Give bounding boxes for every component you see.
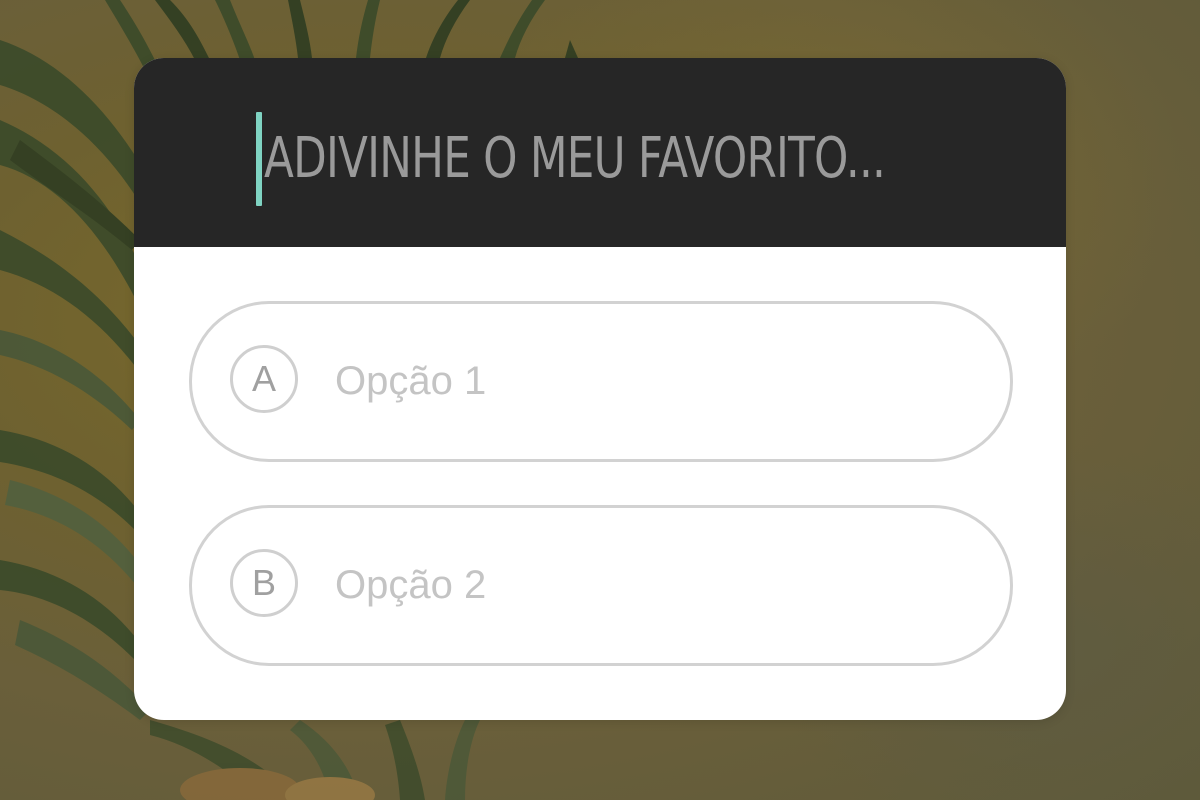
option-letter-badge: A bbox=[230, 345, 298, 413]
quiz-option-b[interactable]: B Opção 2 bbox=[189, 505, 1013, 666]
quiz-option-a[interactable]: A Opção 1 bbox=[189, 301, 1013, 462]
option-letter-badge: B bbox=[230, 549, 298, 617]
option-label-input[interactable]: Opção 1 bbox=[335, 356, 486, 406]
text-cursor bbox=[256, 112, 262, 206]
question-input[interactable]: ADIVINHE O MEU FAVORITO... bbox=[264, 124, 886, 194]
option-label-input[interactable]: Opção 2 bbox=[335, 560, 486, 610]
quiz-sticker: ADIVINHE O MEU FAVORITO... A Opção 1 B O… bbox=[134, 58, 1066, 720]
question-header[interactable]: ADIVINHE O MEU FAVORITO... bbox=[134, 58, 1066, 247]
